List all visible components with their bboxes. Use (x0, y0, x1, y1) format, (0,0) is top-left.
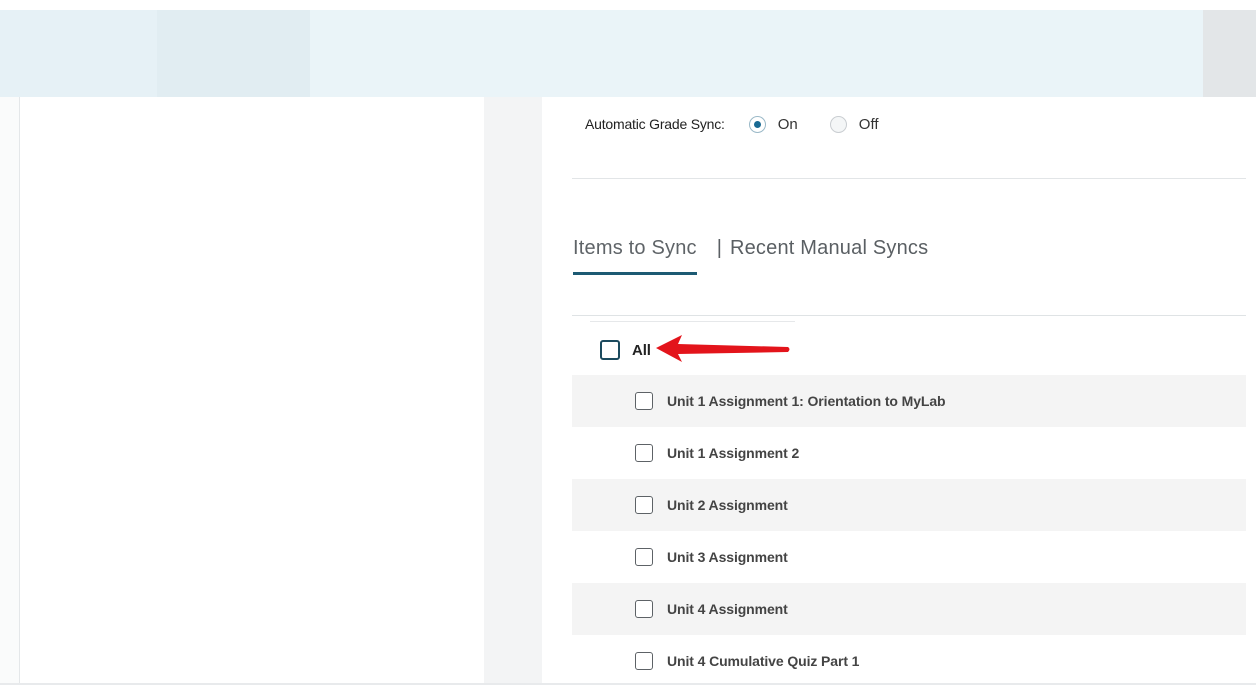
item-checkbox[interactable] (635, 600, 653, 618)
item-label: Unit 1 Assignment 2 (667, 445, 800, 461)
banner-segment (0, 10, 157, 97)
list-item-all[interactable]: All (572, 325, 1246, 375)
item-checkbox[interactable] (635, 392, 653, 410)
item-label: Unit 1 Assignment 1: Orientation to MyLa… (667, 393, 946, 409)
item-checkbox[interactable] (635, 444, 653, 462)
grade-sync-off-label[interactable]: Off (859, 116, 879, 133)
items-to-sync-list: All Unit 1 Assignment 1: Orientation to … (572, 325, 1246, 685)
list-item[interactable]: Unit 1 Assignment 2 (572, 427, 1246, 479)
divider (590, 321, 795, 322)
top-banner (0, 10, 1256, 97)
list-item[interactable]: Unit 2 Assignment (572, 479, 1246, 531)
left-panel (19, 97, 484, 685)
item-label: Unit 4 Cumulative Quiz Part 1 (667, 653, 860, 669)
grade-sync-off-radio[interactable] (829, 115, 847, 133)
banner-segment (157, 10, 310, 97)
main-content: Automatic Grade Sync: On Off Items to Sy… (542, 97, 1256, 685)
divider (572, 178, 1246, 179)
grade-sync-row: Automatic Grade Sync: On Off (585, 112, 911, 136)
select-all-label: All (632, 341, 651, 359)
item-checkbox[interactable] (635, 548, 653, 566)
tab-recent-manual-syncs[interactable]: Recent Manual Syncs (730, 237, 928, 272)
banner-segment (1203, 10, 1256, 97)
item-label: Unit 4 Assignment (667, 601, 788, 617)
grade-sync-on-radio[interactable] (748, 115, 766, 133)
divider (572, 315, 1246, 316)
item-checkbox[interactable] (635, 496, 653, 514)
banner-segment (310, 10, 1203, 97)
left-edge (0, 97, 19, 685)
sync-tabs: Items to Sync | Recent Manual Syncs (573, 237, 928, 277)
tab-separator: | (716, 237, 722, 259)
select-all-checkbox[interactable] (600, 340, 620, 360)
panel-gutter (484, 97, 542, 685)
list-item[interactable]: Unit 4 Assignment (572, 583, 1246, 635)
list-item[interactable]: Unit 4 Cumulative Quiz Part 1 (572, 635, 1246, 685)
list-item[interactable]: Unit 1 Assignment 1: Orientation to MyLa… (572, 375, 1246, 427)
item-label: Unit 2 Assignment (667, 497, 788, 513)
grade-sync-label: Automatic Grade Sync: (585, 116, 725, 132)
red-arrow-icon (656, 335, 790, 362)
item-checkbox[interactable] (635, 652, 653, 670)
item-label: Unit 3 Assignment (667, 549, 788, 565)
grade-sync-on-label[interactable]: On (778, 116, 798, 133)
list-item[interactable]: Unit 3 Assignment (572, 531, 1246, 583)
tab-items-to-sync[interactable]: Items to Sync (573, 237, 697, 275)
page: Automatic Grade Sync: On Off Items to Sy… (0, 0, 1256, 685)
